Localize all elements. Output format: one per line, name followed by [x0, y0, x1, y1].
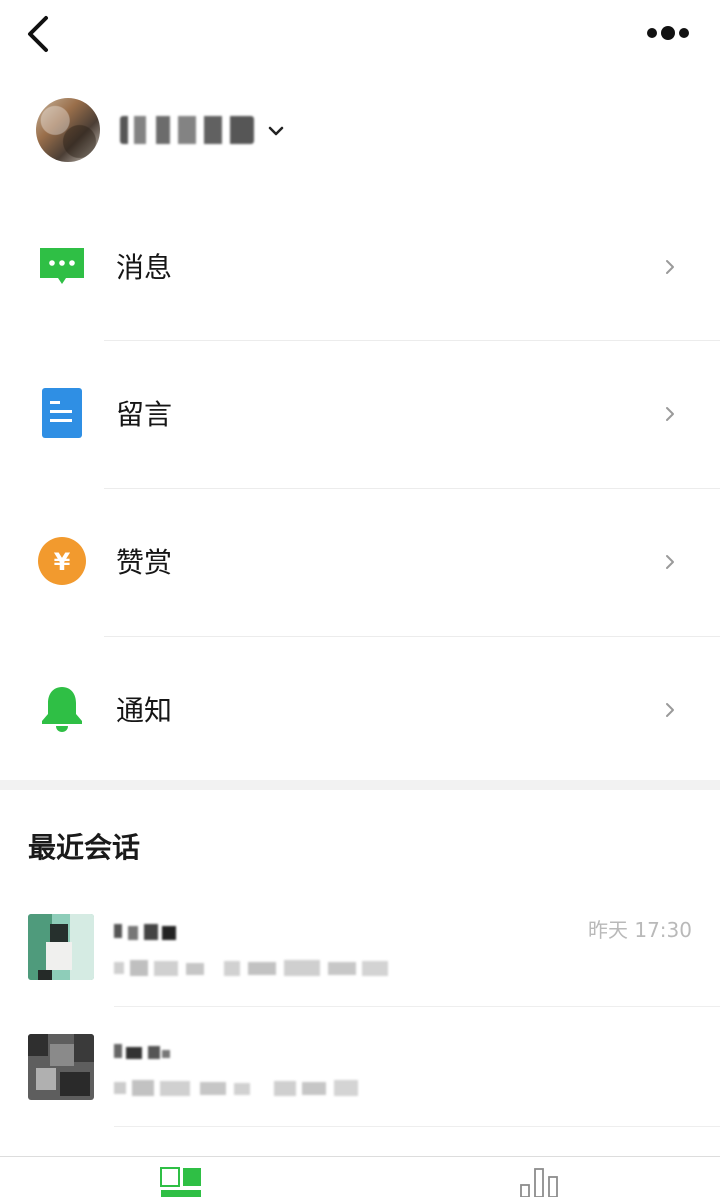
menu-item-rewards[interactable]: ¥ 赞赏	[0, 489, 720, 635]
conversation-avatar	[28, 914, 94, 980]
conversation-name-redacted	[114, 1044, 170, 1059]
account-switcher[interactable]	[36, 98, 336, 164]
menu-label-messages: 消息	[116, 251, 173, 284]
grid-icon	[160, 1167, 201, 1197]
menu-label-notifications: 通知	[116, 694, 173, 727]
chevron-right-icon	[666, 260, 674, 274]
bar-chart-icon	[520, 1168, 558, 1197]
bell-icon	[42, 687, 82, 732]
more-button[interactable]	[640, 18, 696, 48]
document-icon	[42, 388, 82, 438]
conversation-avatar-image	[28, 914, 94, 980]
menu-label-rewards: 赞赏	[116, 546, 173, 579]
top-bar	[0, 0, 720, 78]
divider	[114, 1006, 720, 1007]
feature-menu: 消息 留言 ¥ 赞赏 通知	[0, 194, 720, 780]
divider	[114, 1126, 720, 1127]
chevron-down-icon	[268, 126, 284, 136]
yen-coin-icon: ¥	[38, 537, 86, 585]
ellipsis-icon	[647, 26, 689, 40]
tab-home[interactable]	[160, 1167, 212, 1197]
menu-item-messages[interactable]: 消息	[0, 194, 720, 340]
chat-bubble-icon	[40, 248, 84, 284]
bottom-navigation	[0, 1156, 720, 1197]
conversation-name-redacted	[114, 924, 176, 940]
conversation-avatar	[28, 1034, 94, 1100]
account-avatar	[36, 98, 100, 162]
chevron-right-icon	[666, 703, 674, 717]
conversation-preview-redacted	[114, 960, 388, 976]
conversation-time: 昨天 17:30	[588, 918, 692, 942]
back-button[interactable]	[22, 14, 56, 54]
conversation-item[interactable]	[0, 1034, 720, 1154]
chevron-right-icon	[666, 407, 674, 421]
chevron-left-icon	[28, 16, 48, 52]
tab-data[interactable]	[520, 1167, 572, 1197]
menu-item-comments[interactable]: 留言	[0, 341, 720, 487]
menu-item-notifications[interactable]: 通知	[0, 637, 720, 783]
conversation-item[interactable]: 昨天 17:30	[0, 914, 720, 1034]
conversation-preview-redacted	[114, 1080, 358, 1096]
svg-text:¥: ¥	[54, 548, 71, 576]
menu-label-comments: 留言	[116, 398, 173, 431]
recent-conversations-title: 最近会话	[28, 831, 141, 864]
chevron-right-icon	[666, 555, 674, 569]
section-separator	[0, 780, 720, 790]
conversation-avatar-image	[28, 1034, 94, 1100]
account-name-redacted	[120, 116, 254, 144]
